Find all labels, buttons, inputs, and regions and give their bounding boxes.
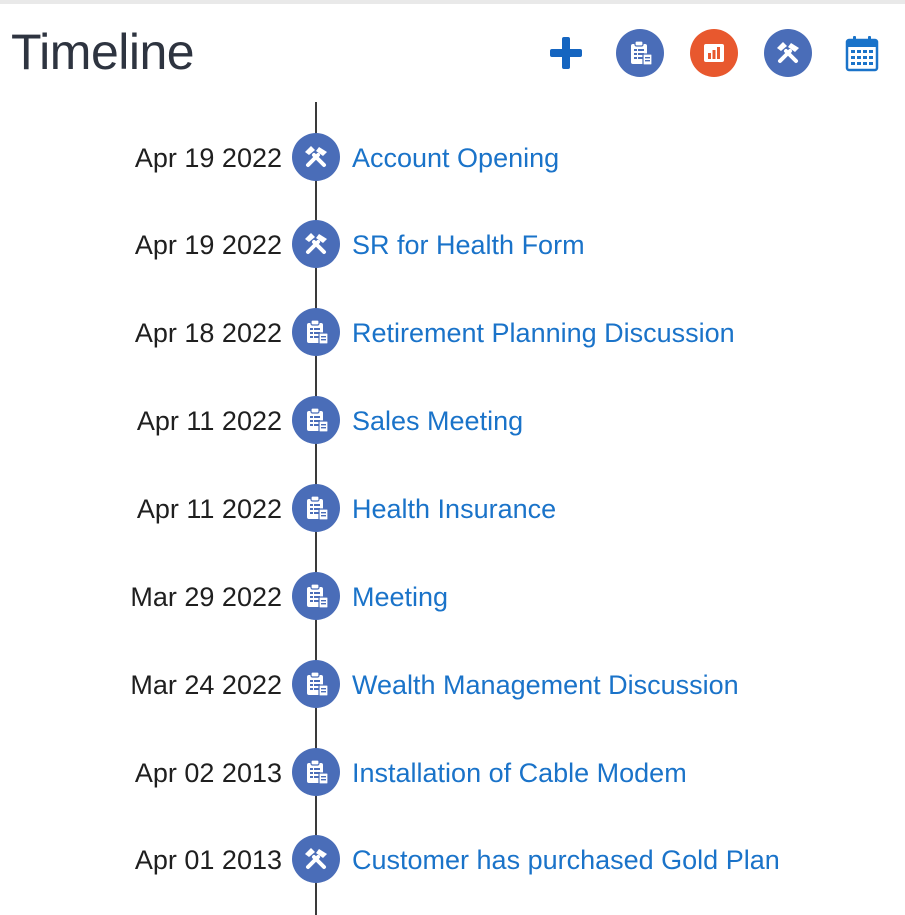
timeline-event: Apr 19 2022 Account Opening [0,133,905,183]
event-type-badge [292,748,340,796]
event-title-link[interactable]: Installation of Cable Modem [352,757,687,789]
task-clipboard-icon [307,671,329,697]
timeline-event: Apr 02 2013 Installation of Cable Modem [0,748,905,798]
event-title-link[interactable]: Account Opening [352,142,559,174]
task-clipboard-icon [307,759,329,785]
event-type-badge [292,660,340,708]
task-clipboard-icon [307,583,329,609]
event-title-link[interactable]: Health Insurance [352,493,556,525]
event-date: Apr 01 2013 [134,845,282,875]
event-type-badge [292,835,340,883]
task-clipboard-icon [307,319,329,345]
task-clipboard-icon [307,495,329,521]
event-type-badge [292,572,340,620]
timeline-event: Mar 24 2022 Wealth Management Discussion [0,660,905,710]
event-title-link[interactable]: Wealth Management Discussion [352,669,739,701]
event-date: Apr 19 2022 [134,143,282,173]
event-date: Mar 29 2022 [130,582,282,612]
timeline-event: Apr 01 2013 Customer has purchased Gold … [0,835,905,885]
event-type-badge [292,308,340,356]
event-date: Apr 02 2013 [134,758,282,788]
tools-icon [305,848,327,869]
timeline-event: Apr 19 2022 SR for Health Form [0,220,905,270]
event-type-badge [292,133,340,181]
event-date: Apr 11 2022 [136,494,282,524]
event-date: Apr 19 2022 [134,230,282,260]
tools-icon [305,233,327,254]
timeline: Apr 19 2022 Account Opening Apr 19 2022 … [0,0,905,915]
event-type-badge [292,484,340,532]
timeline-event: Apr 11 2022 Sales Meeting [0,396,905,446]
event-title-link[interactable]: Sales Meeting [352,405,523,437]
event-title-link[interactable]: SR for Health Form [352,229,585,261]
timeline-event: Mar 29 2022 Meeting [0,572,905,622]
event-date: Apr 18 2022 [134,318,282,348]
timeline-event: Apr 18 2022 Retirement Planning Discussi… [0,308,905,358]
event-title-link[interactable]: Retirement Planning Discussion [352,317,735,349]
event-date: Mar 24 2022 [130,670,282,700]
event-title-link[interactable]: Meeting [352,581,448,613]
event-type-badge [292,396,340,444]
event-title-link[interactable]: Customer has purchased Gold Plan [352,844,780,876]
task-clipboard-icon [307,407,329,433]
event-date: Apr 11 2022 [136,406,282,436]
tools-icon [305,146,327,167]
timeline-event: Apr 11 2022 Health Insurance [0,484,905,534]
event-type-badge [292,220,340,268]
